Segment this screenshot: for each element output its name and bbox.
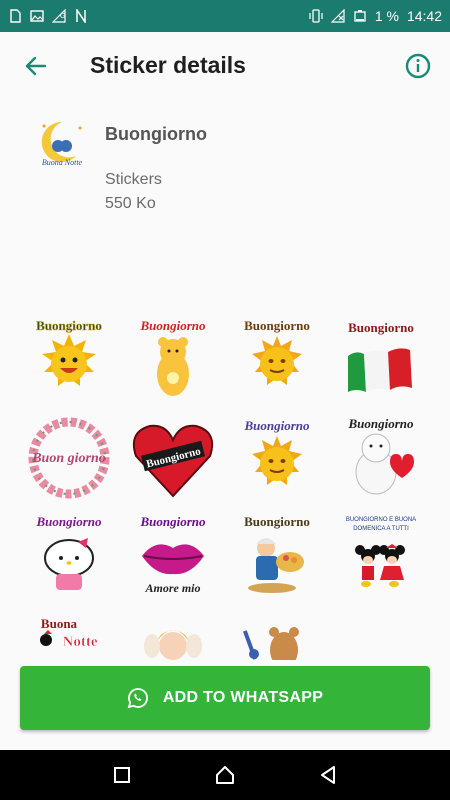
sticker-caption-2: Amore mio xyxy=(144,581,200,595)
sticker-caption: Buongiorno xyxy=(244,318,310,333)
pack-thumb-text: Buona Notte xyxy=(42,158,83,167)
sticker-caption: Buongiorno xyxy=(347,416,414,431)
battery-low-icon xyxy=(354,10,366,22)
sticker-item[interactable] xyxy=(232,610,322,660)
sticker-item[interactable]: Buongiorno xyxy=(232,512,322,600)
home-icon[interactable] xyxy=(213,763,237,787)
sticker-caption: BUONGIORNO E BUONA DOMENICA A TUTTI xyxy=(345,517,417,532)
pack-name: Buongiorno xyxy=(105,124,207,144)
sticker-caption: Buongiorno xyxy=(35,514,102,529)
sticker-item[interactable] xyxy=(128,610,218,660)
sticker-grid: Buongiorno Buongiorno Buongiorno Buongio… xyxy=(0,300,450,660)
status-bar: G 1 % 14:42 xyxy=(0,0,450,32)
sticker-item[interactable]: Buongiorno Amore mio xyxy=(128,512,218,600)
app-bar: Sticker details xyxy=(0,32,450,100)
sticker-item[interactable]: Buongiorno xyxy=(128,414,218,502)
sticker-caption: Buongiorno xyxy=(139,514,206,529)
sticker-caption: Buongiorno xyxy=(243,418,310,433)
sticker-item[interactable]: Buongiorno xyxy=(232,414,322,502)
sim-card-icon xyxy=(10,9,21,23)
vibrate-icon xyxy=(309,9,323,23)
info-button[interactable] xyxy=(402,50,434,82)
sticker-caption: Buona xyxy=(41,616,78,631)
sticker-item[interactable]: BUONGIORNO E BUONA DOMENICA A TUTTI xyxy=(336,512,426,600)
sticker-caption-2: Notte xyxy=(63,634,98,650)
add-to-whatsapp-label: ADD TO WHATSAPP xyxy=(162,689,324,706)
cta-container: ADD TO WHATSAPP xyxy=(0,660,450,750)
image-icon xyxy=(30,10,44,22)
svg-text:G: G xyxy=(60,13,65,20)
sticker-item[interactable]: Buongiorno xyxy=(232,316,322,404)
recent-apps-icon[interactable] xyxy=(110,763,134,787)
n-icon xyxy=(76,9,86,23)
add-to-whatsapp-button[interactable]: ADD TO WHATSAPP xyxy=(20,666,430,730)
sticker-item[interactable]: Buongiorno xyxy=(24,512,114,600)
page-title: Sticker details xyxy=(90,52,246,78)
sticker-item[interactable]: Buona Notte xyxy=(24,610,114,660)
wifi-off-icon: G xyxy=(52,9,66,23)
info-icon xyxy=(405,53,431,79)
no-signal-icon xyxy=(330,9,345,23)
arrow-back-icon xyxy=(25,56,47,76)
sticker-item[interactable]: Buongiorno xyxy=(128,316,218,404)
status-time: 14:42 xyxy=(406,8,442,24)
sticker-item[interactable]: Buongiorno xyxy=(336,316,426,404)
sticker-caption: Buon giorno xyxy=(31,451,106,466)
pack-header: Buona Notte Buongiorno Stickers 550 Ko xyxy=(0,100,450,300)
pack-type: Stickers xyxy=(105,171,162,188)
pack-size: 550 Ko xyxy=(105,195,156,212)
back-button[interactable] xyxy=(20,50,52,82)
sticker-item[interactable]: Buon giorno xyxy=(24,414,114,502)
sticker-item[interactable]: Buongiorno xyxy=(24,316,114,404)
battery-percent: 1 % xyxy=(374,8,399,24)
sticker-caption: Buongiorno xyxy=(139,318,206,333)
sticker-caption: Buongiorno xyxy=(36,318,102,333)
sticker-caption: Buongiorno xyxy=(244,514,310,529)
back-icon[interactable] xyxy=(316,763,340,787)
navigation-bar xyxy=(0,750,450,800)
pack-thumbnail: Buona Notte xyxy=(36,118,88,170)
whatsapp-icon xyxy=(127,688,148,709)
sticker-caption: Buongiorno xyxy=(348,320,414,335)
sticker-item[interactable]: Buongiorno xyxy=(336,414,426,502)
